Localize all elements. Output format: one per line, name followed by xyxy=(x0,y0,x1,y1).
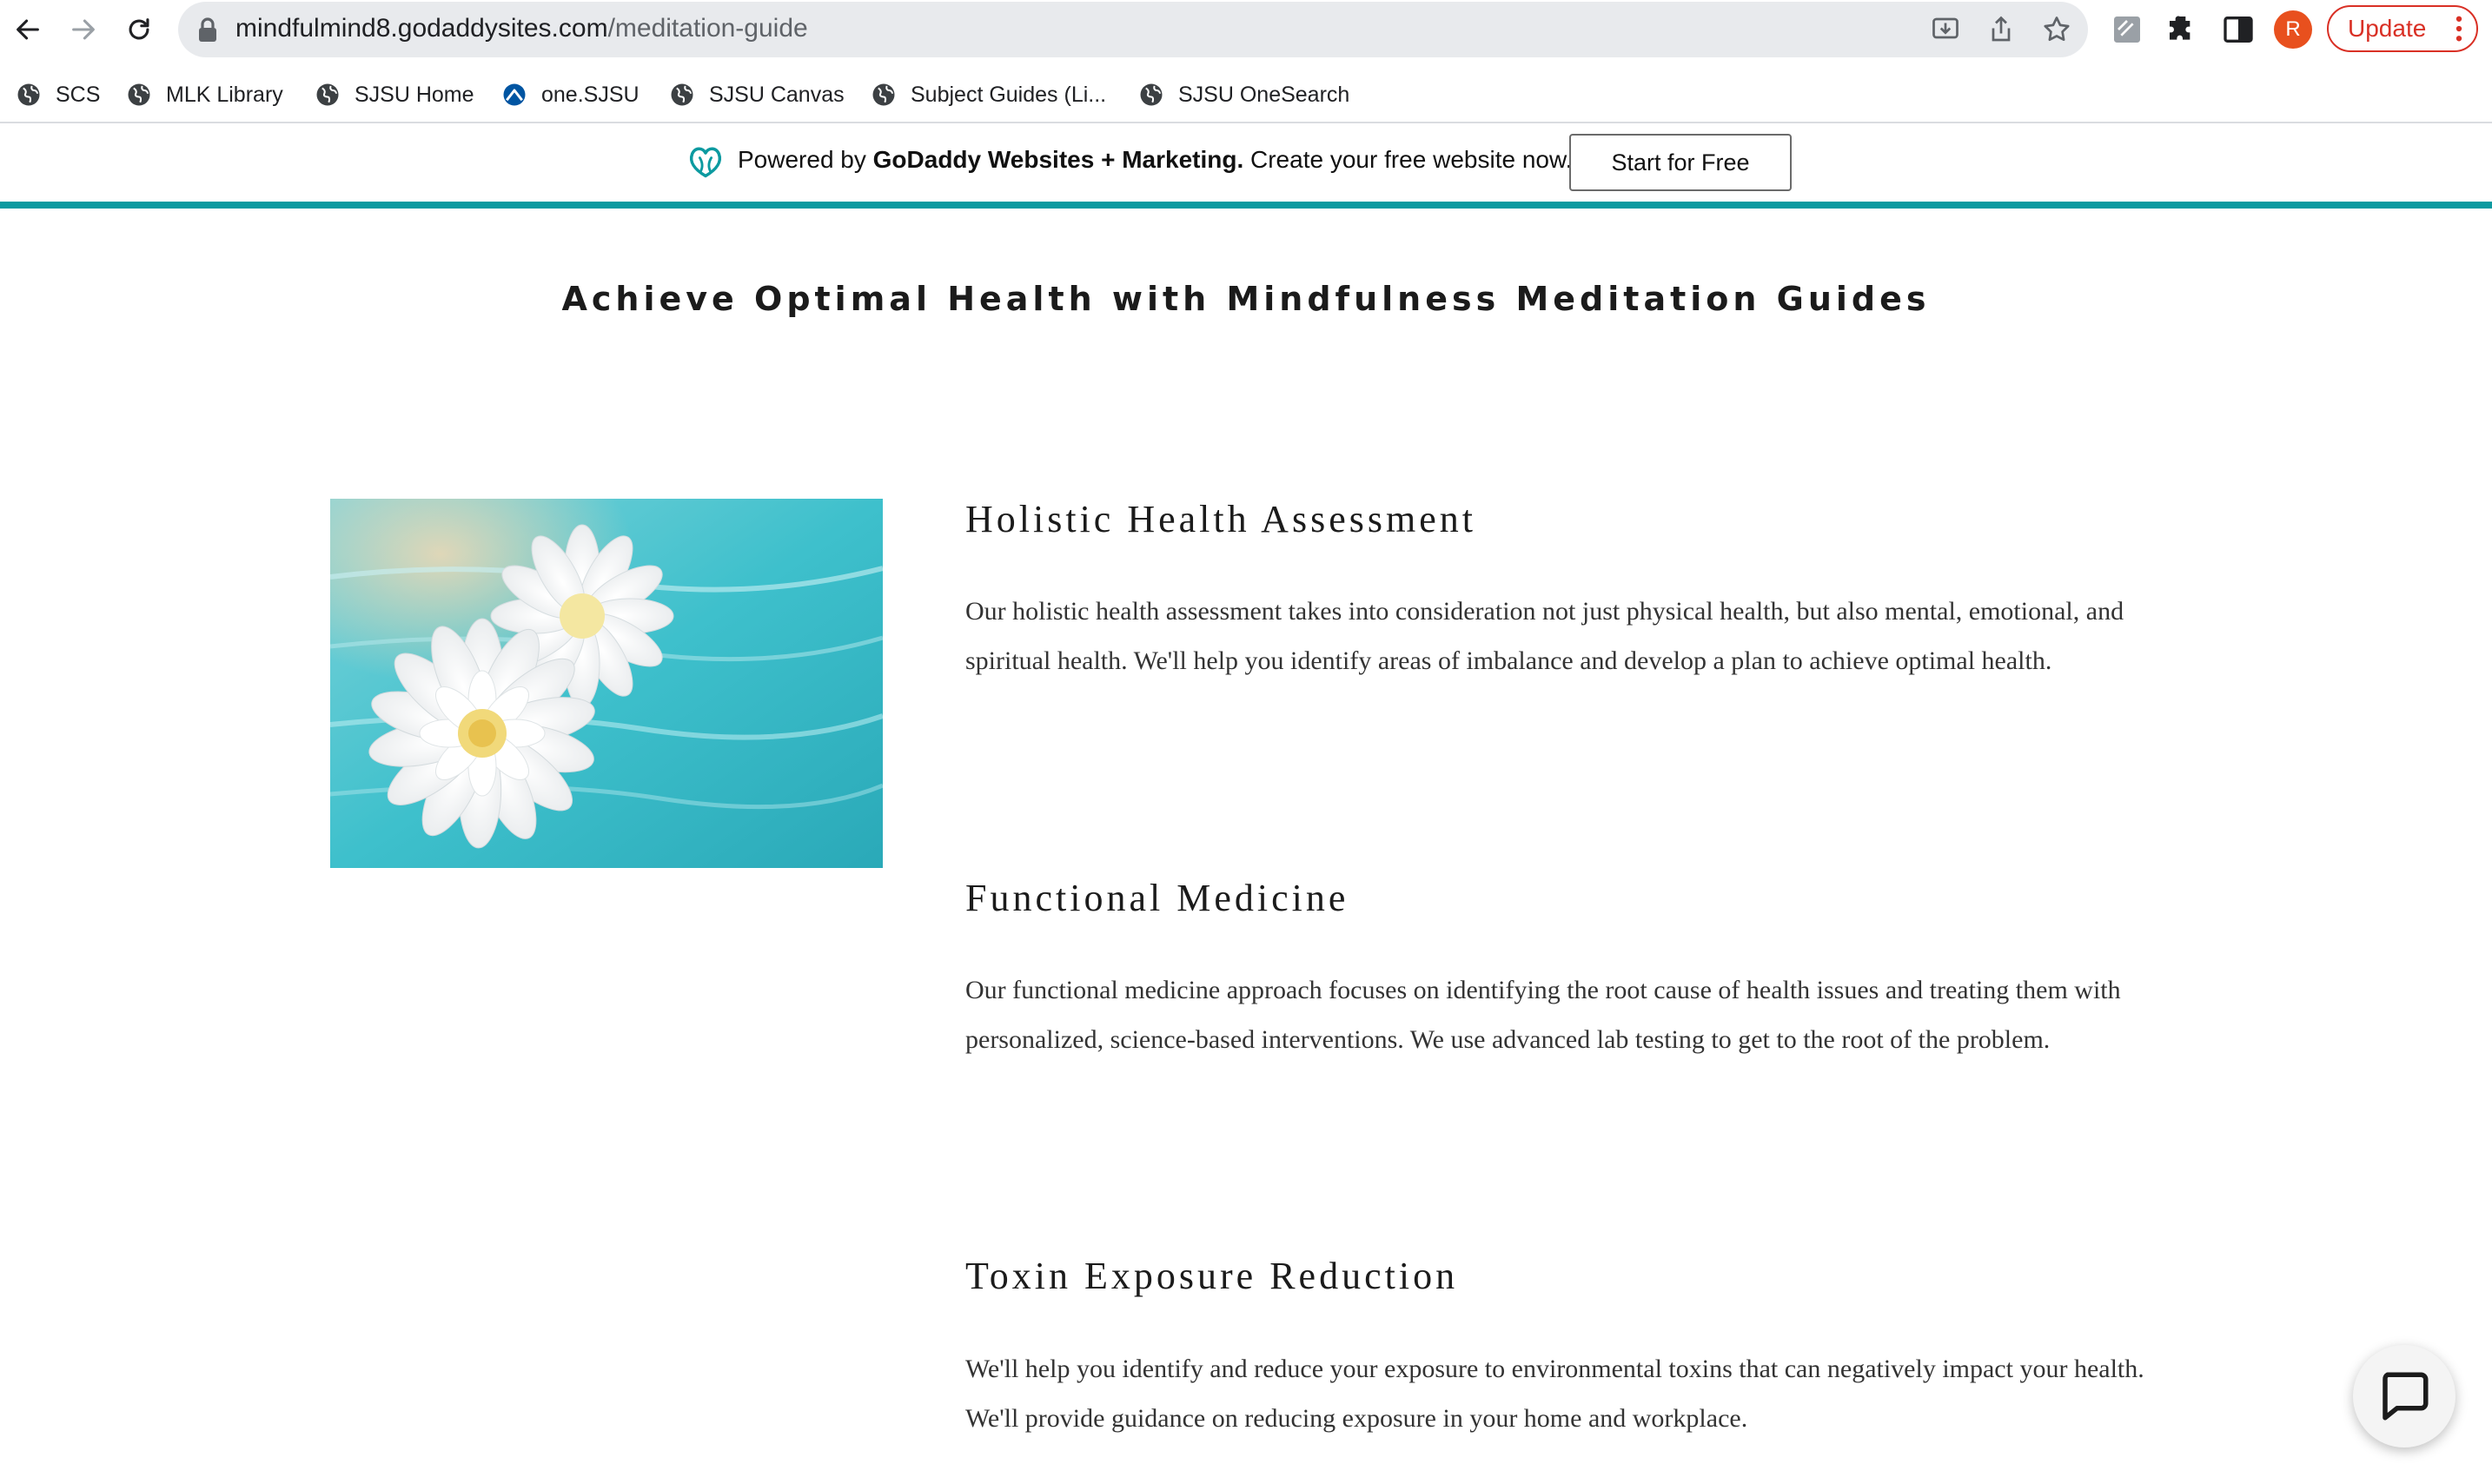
banner-text: Powered by GoDaddy Websites + Marketing.… xyxy=(738,146,1573,173)
section-heading-toxin-exposure: Toxin Exposure Reduction xyxy=(965,1255,1459,1297)
section-heading-functional-medicine: Functional Medicine xyxy=(965,877,1349,919)
forward-button[interactable] xyxy=(64,10,103,49)
puzzle-extensions-icon[interactable] xyxy=(2165,12,2200,47)
banner-accent-line xyxy=(0,202,2492,209)
back-button[interactable] xyxy=(9,10,47,49)
godaddy-logo-icon xyxy=(689,147,722,178)
url-text: mindfulmind8.godaddysites.com/meditation… xyxy=(235,14,808,43)
section-body-toxin-exposure: We'll help you identify and reduce your … xyxy=(965,1355,2144,1433)
bookmark-sjsu-canvas[interactable]: SJSU Canvas xyxy=(669,78,845,111)
extension-icon[interactable] xyxy=(2110,12,2144,47)
bookmark-subject-guides[interactable]: Subject Guides (Li... xyxy=(871,78,1106,111)
update-button[interactable]: Update xyxy=(2327,5,2478,52)
globe-icon xyxy=(128,83,150,106)
godaddy-banner: Powered by GoDaddy Websites + Marketing.… xyxy=(0,123,2492,202)
section-body-functional-medicine: Our functional medicine approach focuses… xyxy=(965,976,2121,1054)
reload-button[interactable] xyxy=(120,10,158,49)
update-label: Update xyxy=(2348,15,2427,42)
bookmark-mlk-library[interactable]: MLK Library xyxy=(126,78,283,111)
globe-icon xyxy=(316,83,339,106)
globe-icon xyxy=(872,83,895,106)
back-arrow-icon xyxy=(17,19,39,40)
share-icon[interactable] xyxy=(1985,14,2017,45)
reload-icon xyxy=(129,18,149,40)
bookmark-sjsu-home[interactable]: SJSU Home xyxy=(315,78,474,111)
section-body-holistic-health: Our holistic health assessment takes int… xyxy=(965,597,2124,675)
forward-arrow-icon xyxy=(72,19,95,40)
address-bar[interactable]: mindfulmind8.godaddysites.com/meditation… xyxy=(178,2,2088,57)
bookmark-sjsu-onesearch[interactable]: SJSU OneSearch xyxy=(1138,78,1349,111)
section-heading-holistic-health: Holistic Health Assessment xyxy=(965,498,1476,540)
globe-icon xyxy=(671,83,693,106)
chat-bubble-icon xyxy=(2383,1372,2429,1421)
bookmarks-bar: SCS MLK Library SJSU Home one.SJSU SJSU … xyxy=(0,75,2492,115)
more-vertical-icon xyxy=(2456,16,2462,42)
globe-icon xyxy=(17,83,40,106)
globe-icon xyxy=(1140,83,1163,106)
chat-button[interactable] xyxy=(2353,1345,2456,1448)
start-for-free-button[interactable]: Start for Free xyxy=(1569,134,1792,191)
bookmark-star-icon[interactable] xyxy=(2041,14,2072,45)
lock-icon xyxy=(199,17,216,42)
bookmark-one-sjsu[interactable]: one.SJSU xyxy=(501,78,640,111)
install-app-icon[interactable] xyxy=(1930,14,1961,45)
sjsu-icon xyxy=(503,83,526,106)
browser-toolbar: mindfulmind8.godaddysites.com/meditation… xyxy=(0,0,2492,59)
page-title: Achieve Optimal Health with Mindfulness … xyxy=(561,280,1931,318)
side-panel-icon[interactable] xyxy=(2221,12,2256,47)
bookmark-scs[interactable]: SCS xyxy=(16,78,100,111)
flowers-on-water-image xyxy=(330,499,883,868)
profile-avatar[interactable]: R xyxy=(2274,10,2312,49)
